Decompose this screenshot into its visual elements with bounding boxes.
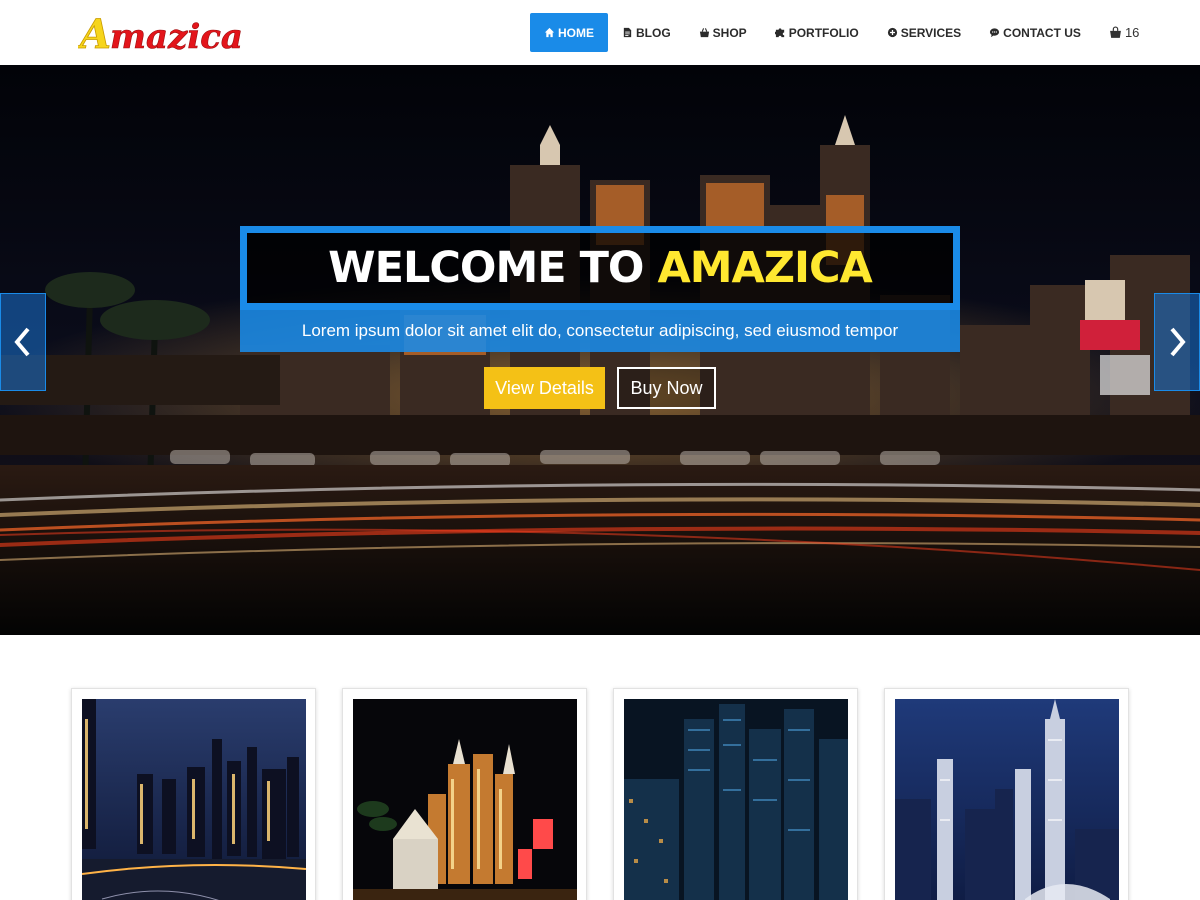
svg-text:A: A xyxy=(78,11,111,56)
nav-services-label: SERVICES xyxy=(900,25,962,40)
gallery xyxy=(0,688,1200,900)
shop-bag-icon xyxy=(699,27,710,38)
slider-next-button[interactable] xyxy=(1154,293,1200,391)
plus-circle-icon xyxy=(887,27,898,38)
main-navigation: HOME BLOG SHOP PORTFOLIO SERVICES CONTAC… xyxy=(530,13,1153,52)
downtown-skyscrapers-night-image xyxy=(624,699,848,900)
hero-subtitle: Lorem ipsum dolor sit amet elit do, cons… xyxy=(301,321,899,340)
chevron-right-icon xyxy=(1170,327,1186,357)
nav-portfolio[interactable]: PORTFOLIO xyxy=(761,13,873,52)
hero-title-frame: WELCOME TO AMAZICA xyxy=(240,226,960,310)
puzzle-icon xyxy=(774,27,786,38)
site-header: A mazica HOME BLOG SHOP PORTFOLIO SERVIC… xyxy=(0,0,1200,65)
cart-bag-icon xyxy=(1109,26,1122,39)
home-icon xyxy=(544,27,555,38)
nav-home-label: HOME xyxy=(558,25,594,40)
nav-home[interactable]: HOME xyxy=(530,13,608,52)
hero-title-prefix: WELCOME TO xyxy=(328,243,658,293)
chevron-left-icon xyxy=(14,327,30,357)
nav-blog[interactable]: BLOG xyxy=(608,13,685,52)
svg-text:mazica: mazica xyxy=(110,17,243,56)
hero-title-highlight: AMAZICA xyxy=(657,243,872,293)
dubai-towers-dusk-image xyxy=(895,699,1119,900)
gallery-card[interactable] xyxy=(613,688,858,900)
hero-caption: WELCOME TO AMAZICA Lorem ipsum dolor sit… xyxy=(240,226,960,352)
gallery-card[interactable] xyxy=(342,688,587,900)
las-vegas-casino-night-image xyxy=(353,699,577,900)
view-details-button[interactable]: View Details xyxy=(484,367,605,409)
buy-now-button[interactable]: Buy Now xyxy=(617,367,716,409)
hero-slider: WELCOME TO AMAZICA Lorem ipsum dolor sit… xyxy=(0,65,1200,635)
hero-shadow xyxy=(40,634,1160,664)
hero-subtitle-bar: Lorem ipsum dolor sit amet elit do, cons… xyxy=(240,310,960,352)
nav-blog-label: BLOG xyxy=(636,25,671,40)
nav-portfolio-label: PORTFOLIO xyxy=(788,25,859,40)
nav-shop[interactable]: SHOP xyxy=(685,13,761,52)
hero-title: WELCOME TO AMAZICA xyxy=(328,243,873,293)
document-icon xyxy=(622,27,633,38)
nav-contact-us[interactable]: CONTACT US xyxy=(975,13,1095,52)
gallery-card[interactable] xyxy=(71,688,316,900)
nav-contact-us-label: CONTACT US xyxy=(1003,25,1081,40)
nav-shop-label: SHOP xyxy=(712,25,747,40)
site-logo[interactable]: A mazica xyxy=(78,10,318,56)
cart-count: 16 xyxy=(1124,25,1140,40)
cart-button[interactable]: 16 xyxy=(1095,13,1153,52)
slider-prev-button[interactable] xyxy=(0,293,46,391)
city-skyline-river-night-image xyxy=(82,699,306,900)
chat-bubble-icon xyxy=(989,27,1000,38)
gallery-card[interactable] xyxy=(884,688,1129,900)
nav-services[interactable]: SERVICES xyxy=(873,13,975,52)
